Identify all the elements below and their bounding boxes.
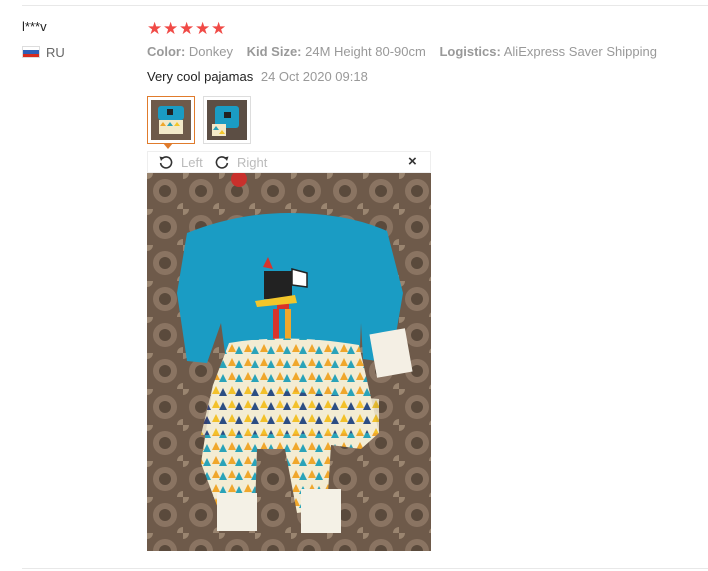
- attribute-color: Color: Donkey: [147, 44, 233, 59]
- photo-thumbnail-1[interactable]: [147, 96, 195, 144]
- star-icon: ★: [163, 19, 179, 38]
- attribute-kid-size: Kid Size: 24M Height 80-90cm: [246, 44, 426, 59]
- rotate-right-label[interactable]: Right: [237, 155, 267, 170]
- reviewer-name: l***v: [22, 19, 47, 34]
- russia-flag-icon: [22, 46, 40, 58]
- selected-thumbnail-caret: [163, 143, 173, 149]
- image-viewer-toolbar: Left Right ×: [147, 151, 431, 173]
- star-icon: ★: [195, 19, 211, 38]
- bottom-divider: [22, 568, 708, 569]
- star-icon: ★: [211, 19, 227, 38]
- review-photo: [147, 173, 431, 551]
- star-rating: ★★★★★: [147, 19, 227, 39]
- rotate-right-icon[interactable]: [214, 154, 230, 170]
- review-text: Very cool pajamas: [147, 69, 254, 84]
- star-icon: ★: [179, 19, 195, 38]
- photo-thumbnail-2[interactable]: [203, 96, 251, 144]
- attribute-logistics: Logistics: AliExpress Saver Shipping: [439, 44, 657, 59]
- top-divider: [22, 5, 708, 6]
- star-icon: ★: [147, 19, 163, 38]
- rotate-left-icon[interactable]: [158, 154, 174, 170]
- close-icon[interactable]: ×: [408, 153, 417, 170]
- rotate-left-label[interactable]: Left: [181, 155, 203, 170]
- review-date: 24 Oct 2020 09:18: [260, 69, 368, 84]
- reviewer-country: RU: [46, 45, 65, 60]
- review-line: Very cool pajamas 24 Oct 2020 09:18: [147, 69, 368, 84]
- product-attributes: Color: Donkey Kid Size: 24M Height 80-90…: [147, 44, 667, 59]
